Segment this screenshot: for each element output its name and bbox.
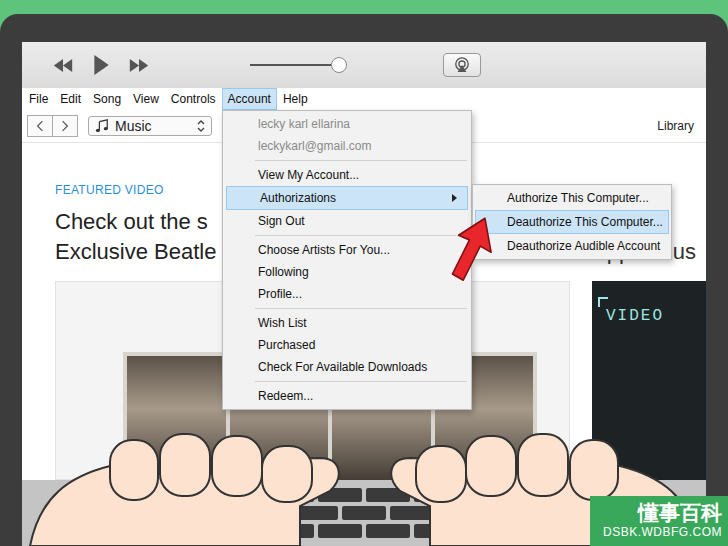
menu-item-label: leckykarl@gmail.com xyxy=(258,139,372,153)
menu-bar-item[interactable]: Controls xyxy=(165,88,222,110)
back-arrow-icon xyxy=(36,120,44,132)
submenu-arrow-icon xyxy=(452,194,457,202)
menu-item[interactable]: Check For Available Downloads xyxy=(225,356,469,378)
menu-item-label: Redeem... xyxy=(258,389,313,403)
menu-separator xyxy=(255,381,467,382)
menu-bar-item[interactable]: File xyxy=(23,88,54,110)
menu-separator xyxy=(255,308,467,309)
key[interactable] xyxy=(390,506,434,520)
authorizations-submenu: Authorize This Computer...Deauthorize Th… xyxy=(472,184,672,260)
menu-separator xyxy=(255,235,467,236)
play-icon[interactable] xyxy=(92,54,110,76)
menu-item[interactable]: Choose Artists For You... xyxy=(225,239,469,261)
menu-item[interactable]: Following xyxy=(225,261,469,283)
menu-item-label: Authorizations xyxy=(260,191,336,205)
forward-arrow-icon xyxy=(61,120,69,132)
menu-item-label: lecky karl ellarina xyxy=(258,117,350,131)
back-button[interactable] xyxy=(27,115,53,137)
menu-item-label: Wish List xyxy=(258,316,307,330)
menu-item-label: View My Account... xyxy=(258,168,359,182)
volume-slider[interactable] xyxy=(250,57,345,73)
transport-controls xyxy=(52,54,150,76)
submenu-item[interactable]: Deauthorize This Computer... xyxy=(475,210,669,234)
player-toolbar xyxy=(22,42,706,88)
menu-bar-item[interactable]: Account xyxy=(222,88,277,110)
menu-item-label: Following xyxy=(258,265,309,279)
watermark-title: 懂事百科 xyxy=(596,500,722,525)
key[interactable] xyxy=(318,524,362,538)
menu-item-label: Profile... xyxy=(258,287,302,301)
menu-bar: FileEditSongViewControlsAccountHelp xyxy=(22,88,706,110)
red-arrow-icon xyxy=(440,214,502,286)
account-menu: lecky karl ellarina leckykarl@gmail.com Vi… xyxy=(222,110,472,410)
menu-bar-item[interactable]: Edit xyxy=(54,88,87,110)
media-picker[interactable]: Music xyxy=(88,116,212,136)
key[interactable] xyxy=(366,524,410,538)
menu-item-label: Choose Artists For You... xyxy=(258,243,390,257)
menu-item[interactable]: View My Account... xyxy=(225,164,469,186)
forward-button[interactable] xyxy=(53,115,78,137)
history-buttons xyxy=(27,115,78,137)
bracket-icon xyxy=(598,297,608,307)
illustration: FileEditSongViewControlsAccountHelp Music… xyxy=(0,0,728,546)
menu-item[interactable]: Purchased xyxy=(225,334,469,356)
menu-bar-item[interactable]: Help xyxy=(277,88,314,110)
fast-forward-icon[interactable] xyxy=(128,58,150,73)
watermark-url: DSBK.WDBFG.COM xyxy=(596,525,722,539)
menu-separator xyxy=(255,160,467,161)
rewind-icon[interactable] xyxy=(52,58,74,73)
music-note-icon xyxy=(95,119,109,133)
up-down-chevron-icon xyxy=(197,120,205,132)
airplay-icon xyxy=(453,57,471,73)
menu-bar-item[interactable]: View xyxy=(127,88,165,110)
submenu-item[interactable]: Authorize This Computer... xyxy=(475,186,669,210)
menu-item[interactable]: Redeem... xyxy=(225,385,469,407)
menu-item: leckykarl@gmail.com xyxy=(225,135,469,157)
menu-item-label: Check For Available Downloads xyxy=(258,360,427,374)
menu-item-label: Sign Out xyxy=(258,214,305,228)
video-label: VIDEO xyxy=(606,297,706,325)
menu-item-label: Purchased xyxy=(258,338,315,352)
key[interactable] xyxy=(342,506,386,520)
library-link[interactable]: Library xyxy=(657,119,694,133)
menu-item[interactable]: Wish List xyxy=(225,312,469,334)
menu-bar-item[interactable]: Song xyxy=(87,88,127,110)
menu-item: lecky karl ellarina xyxy=(225,113,469,135)
submenu-item[interactable]: Deauthorize Audible Account xyxy=(475,234,669,258)
media-picker-label: Music xyxy=(115,118,191,134)
airplay-button[interactable] xyxy=(443,53,481,77)
menu-item[interactable]: Sign Out xyxy=(225,210,469,232)
menu-item[interactable]: Authorizations xyxy=(226,186,468,210)
watermark: 懂事百科DSBK.WDBFG.COM xyxy=(590,496,728,546)
volume-knob[interactable] xyxy=(331,57,347,73)
menu-item[interactable]: Profile... xyxy=(225,283,469,305)
